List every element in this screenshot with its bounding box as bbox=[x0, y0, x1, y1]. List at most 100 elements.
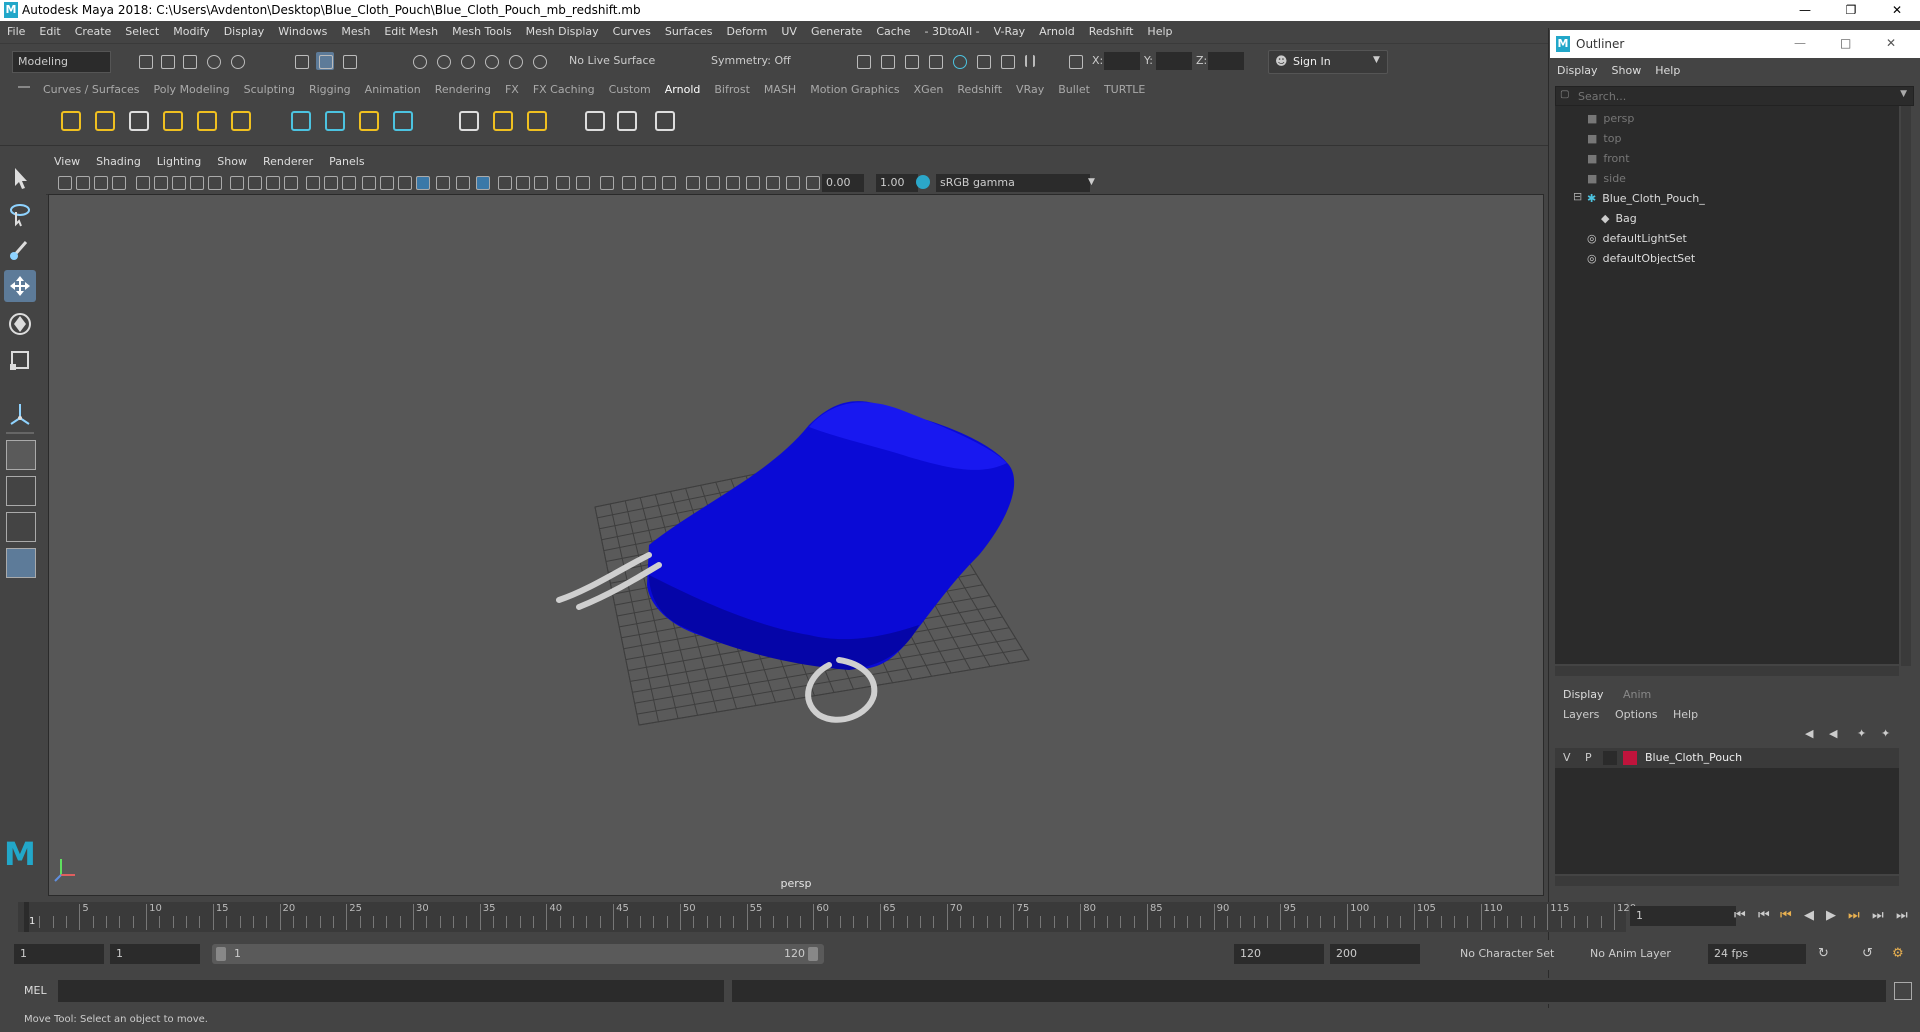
expand-toggle-icon[interactable]: ⊟ bbox=[1573, 190, 1582, 203]
single-pane-layout-icon[interactable] bbox=[6, 440, 36, 470]
minimize-button[interactable]: — bbox=[1782, 0, 1828, 21]
panel-toolbar-icon[interactable] bbox=[362, 176, 376, 190]
arnold-stand-in-export-icon[interactable] bbox=[388, 106, 416, 134]
arnold-curve-collector-icon[interactable] bbox=[354, 106, 382, 134]
z-input[interactable] bbox=[1208, 52, 1244, 70]
outliner-item[interactable]: ◎ defaultLightSet bbox=[1587, 230, 1687, 248]
play-backwards-icon[interactable]: ◀ bbox=[1804, 908, 1814, 923]
transform-mode-icon[interactable] bbox=[1066, 52, 1084, 70]
outliner-item[interactable]: ■ persp bbox=[1587, 110, 1634, 128]
layer-editor-tab[interactable]: Anim bbox=[1623, 688, 1651, 701]
panel-toolbar-icon[interactable] bbox=[534, 176, 548, 190]
panel-toolbar-icon[interactable] bbox=[786, 176, 800, 190]
shelf-tab[interactable]: Bifrost bbox=[707, 80, 757, 100]
menu-item[interactable]: Windows bbox=[271, 21, 334, 43]
menu-item[interactable]: Generate bbox=[804, 21, 869, 43]
arnold-render-icon[interactable] bbox=[612, 106, 640, 134]
menu-item[interactable]: Display bbox=[217, 21, 272, 43]
step-back-key-icon[interactable]: ⏮ bbox=[1780, 908, 1792, 923]
menu-item[interactable]: V-Ray bbox=[987, 21, 1033, 43]
shelf-tab[interactable]: Motion Graphics bbox=[803, 80, 906, 100]
panel-toolbar-icon[interactable] bbox=[746, 176, 760, 190]
mel-label[interactable]: MEL bbox=[24, 984, 47, 997]
four-pane-layout-icon[interactable] bbox=[6, 476, 36, 506]
panel-toolbar-icon[interactable] bbox=[498, 176, 512, 190]
new-layer-selected-icon[interactable]: ✦ bbox=[1881, 727, 1890, 740]
shelf-menu-icon[interactable] bbox=[18, 86, 30, 88]
render-settings-icon[interactable] bbox=[926, 52, 944, 70]
layer-row[interactable]: V P Blue_Cloth_Pouch bbox=[1555, 748, 1899, 768]
menu-item[interactable]: Curves bbox=[606, 21, 658, 43]
minimize-button[interactable]: — bbox=[1794, 36, 1806, 50]
lasso-tool-icon[interactable] bbox=[6, 200, 34, 228]
shelf-tab[interactable]: Redshift bbox=[950, 80, 1009, 100]
close-button[interactable]: ✕ bbox=[1886, 36, 1896, 50]
menu-item[interactable]: Surfaces bbox=[658, 21, 720, 43]
panel-toolbar-icon[interactable] bbox=[112, 176, 126, 190]
snap-surface-icon[interactable] bbox=[506, 52, 524, 70]
move-tool-button[interactable] bbox=[4, 270, 36, 302]
playback-end-field[interactable]: 120 bbox=[1234, 944, 1324, 964]
shelf-tab[interactable]: Curves / Surfaces bbox=[36, 80, 147, 100]
anim-layer-dropdown[interactable]: No Anim Layer bbox=[1586, 944, 1686, 964]
chevron-down-icon[interactable]: ▼ bbox=[1900, 89, 1907, 99]
arnold-area-light-icon[interactable] bbox=[56, 106, 84, 134]
panel-menu-item[interactable]: Show bbox=[209, 152, 255, 172]
live-surface-field[interactable]: No Live Surface bbox=[564, 51, 669, 71]
arnold-license-icon[interactable] bbox=[522, 106, 550, 134]
sign-in-button[interactable]: ☻ Sign In ▼ bbox=[1268, 50, 1388, 74]
fps-dropdown[interactable]: 24 fps bbox=[1708, 944, 1806, 964]
menu-item[interactable]: Mesh Display bbox=[519, 21, 606, 43]
snap-point-icon[interactable] bbox=[458, 52, 476, 70]
last-tool-icon[interactable] bbox=[6, 400, 34, 428]
move-layer-down-icon[interactable]: ◀ bbox=[1829, 727, 1837, 740]
panel-toolbar-icon[interactable] bbox=[230, 176, 244, 190]
layer-color-swatch[interactable] bbox=[1623, 751, 1637, 765]
new-scene-icon[interactable] bbox=[136, 52, 154, 70]
shelf-tab[interactable]: XGen bbox=[907, 80, 951, 100]
panel-toolbar-icon[interactable] bbox=[436, 176, 450, 190]
outliner-item[interactable]: ✱ Blue_Cloth_Pouch_ bbox=[1587, 190, 1705, 208]
scene-start-field[interactable]: 1 bbox=[14, 944, 104, 964]
select-hierarchy-icon[interactable] bbox=[292, 52, 310, 70]
panel-toolbar-icon[interactable] bbox=[324, 176, 338, 190]
panel-toolbar-icon[interactable] bbox=[642, 176, 656, 190]
close-button[interactable]: ✕ bbox=[1874, 0, 1920, 21]
panel-toolbar-icon[interactable] bbox=[476, 176, 490, 190]
shelf-tab[interactable]: FX Caching bbox=[526, 80, 602, 100]
new-layer-icon[interactable]: ✦ bbox=[1857, 727, 1866, 740]
rotate-tool-icon[interactable] bbox=[6, 310, 34, 338]
restore-button[interactable]: ❐ bbox=[1828, 0, 1874, 21]
shelf-tab[interactable]: Rigging bbox=[302, 80, 358, 100]
outliner-item[interactable]: ◎ defaultObjectSet bbox=[1587, 250, 1695, 268]
select-tool-icon[interactable] bbox=[6, 164, 34, 192]
panel-menu-item[interactable]: Renderer bbox=[255, 152, 321, 172]
snap-curve-icon[interactable] bbox=[434, 52, 452, 70]
arnold-standin-icon[interactable] bbox=[286, 106, 314, 134]
step-forward-icon[interactable]: ⏭ bbox=[1872, 908, 1884, 923]
redo-icon[interactable] bbox=[228, 52, 246, 70]
arnold-photometric-light-icon[interactable] bbox=[124, 106, 152, 134]
outliner-item[interactable]: ■ front bbox=[1587, 150, 1630, 168]
panel-toolbar-icon[interactable] bbox=[380, 176, 394, 190]
layer-type-toggle[interactable] bbox=[1603, 751, 1617, 765]
panel-toolbar-icon[interactable] bbox=[556, 176, 570, 190]
panel-toolbar-icon[interactable] bbox=[306, 176, 320, 190]
arnold-flush-cache-icon[interactable] bbox=[454, 106, 482, 134]
go-to-start-icon[interactable]: ⏮ bbox=[1734, 908, 1746, 923]
layer-visibility-toggle[interactable]: V bbox=[1563, 751, 1571, 764]
menu-item[interactable]: Help bbox=[1140, 21, 1179, 43]
outliner-layout-icon[interactable] bbox=[6, 548, 36, 578]
layer-editor-menu-item[interactable]: Help bbox=[1673, 708, 1698, 721]
preferences-icon[interactable]: ⚙ bbox=[1892, 946, 1904, 961]
shelf-tab[interactable]: MASH bbox=[757, 80, 803, 100]
panel-toolbar-icon[interactable] bbox=[190, 176, 204, 190]
panel-toolbar-icon[interactable] bbox=[136, 176, 150, 190]
panel-toolbar-icon[interactable] bbox=[208, 176, 222, 190]
hypershade-icon[interactable] bbox=[950, 52, 968, 70]
panel-toolbar-icon[interactable] bbox=[398, 176, 412, 190]
shelf-tab[interactable]: FX bbox=[498, 80, 526, 100]
shelf-tab[interactable]: Animation bbox=[358, 80, 428, 100]
panel-toolbar-icon[interactable] bbox=[806, 176, 820, 190]
render-sequence-icon[interactable] bbox=[878, 52, 896, 70]
